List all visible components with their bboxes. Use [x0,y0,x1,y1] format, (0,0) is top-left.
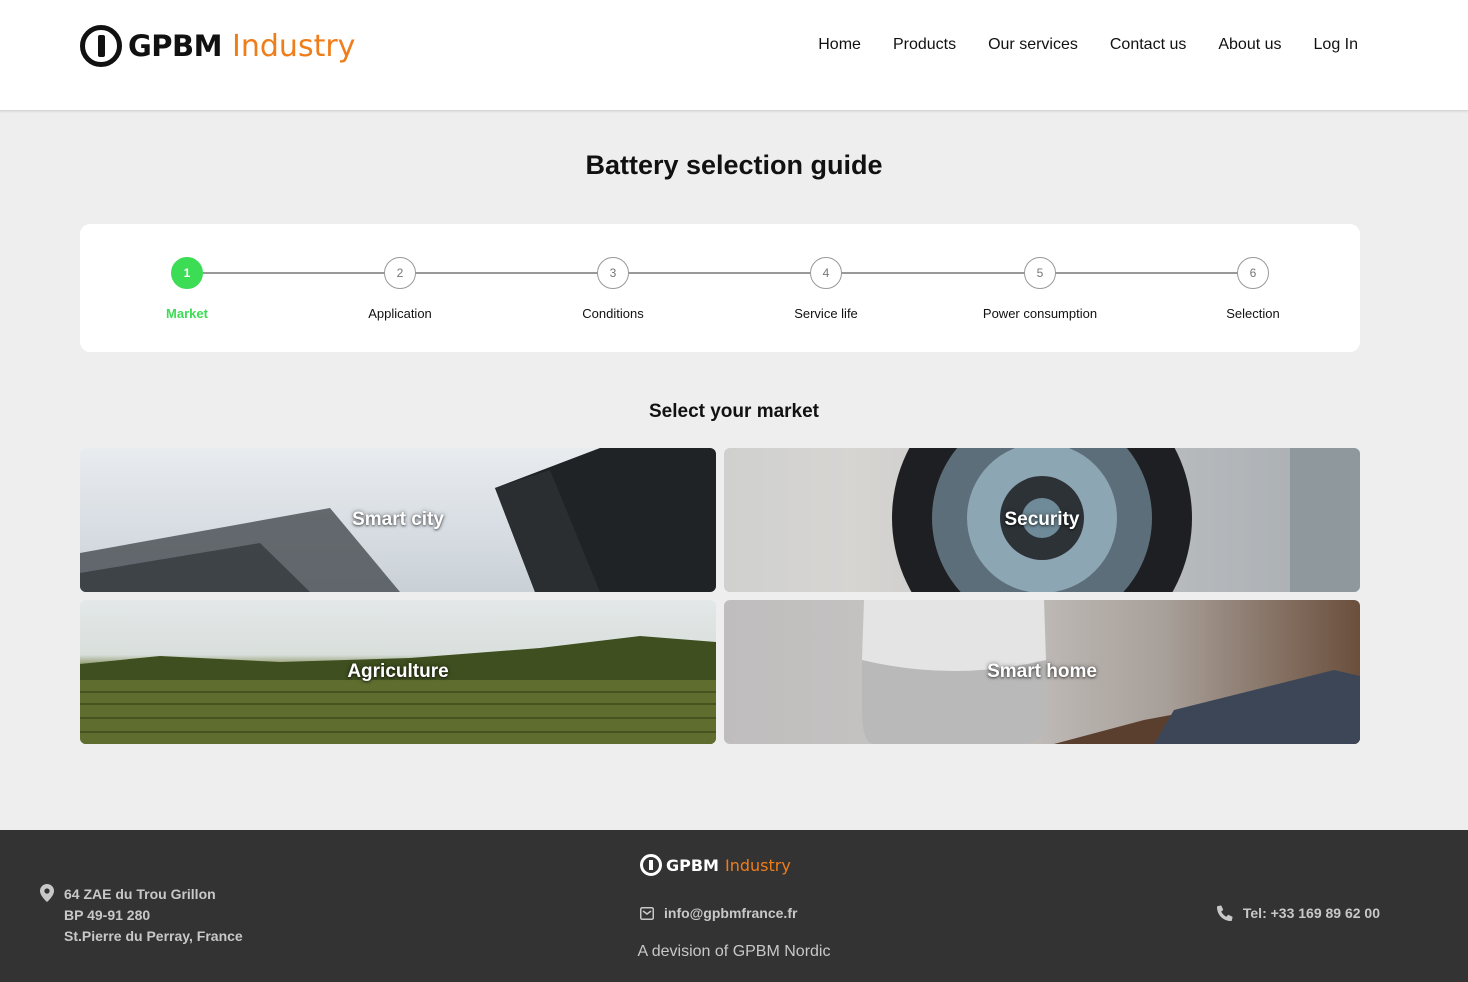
market-label: Security [1004,509,1080,530]
step-number: 1 [171,257,203,289]
footer-address-lines: 64 ZAE du Trou Grillon BP 49-91 280 St.P… [64,884,243,947]
market-tile-smart-city[interactable]: Smart city [80,448,716,592]
step-number: 3 [597,257,629,289]
market-tile-smart-home[interactable]: Smart home [724,600,1360,744]
step-power-consumption[interactable]: 5 Power consumption [950,257,1130,321]
address-line: BP 49-91 280 [64,907,151,923]
step-label: Selection [1226,306,1280,321]
site-footer: GPBM Industry 64 ZAE du Trou Grillon BP … [0,830,1468,982]
brand-logo[interactable]: GPBM Industry [80,24,355,68]
footer-email-link[interactable]: info@gpbmfrance.fr [664,905,797,921]
site-header: GPBM Industry Home Products Our services… [0,0,1468,111]
step-progress: 1 Market 2 Application 3 Conditions 4 Se… [80,224,1360,352]
footer-brand-logo-icon [640,854,662,876]
step-conditions[interactable]: 3 Conditions [523,257,703,321]
footer-brand-name: GPBM [666,855,719,875]
brand-logo-icon [80,25,122,67]
brand-suffix: Industry [232,28,356,64]
footer-brand-logo[interactable]: GPBM Industry [640,854,791,876]
step-market[interactable]: 1 Market [97,257,277,321]
nav-about-us[interactable]: About us [1218,36,1281,54]
step-application[interactable]: 2 Application [310,257,490,321]
step-number: 2 [384,257,416,289]
step-number: 5 [1024,257,1056,289]
market-tile-security[interactable]: Security [724,448,1360,592]
footer-division-note: A devision of GPBM Nordic [637,943,831,960]
step-service-life[interactable]: 4 Service life [736,257,916,321]
nav-our-services[interactable]: Our services [988,36,1078,54]
address-line: 64 ZAE du Trou Grillon [64,886,216,902]
footer-phone[interactable]: Tel: +33 169 89 62 00 [1216,905,1380,921]
step-number: 6 [1237,257,1269,289]
footer-brand-suffix: Industry [724,855,791,875]
envelope-icon [640,906,654,920]
nav-home[interactable]: Home [818,36,861,54]
market-label: Smart city [352,509,444,530]
footer-phone-number[interactable]: Tel: +33 169 89 62 00 [1243,905,1380,921]
step-label: Power consumption [982,306,1098,321]
page-title: Battery selection guide [585,150,883,180]
step-number: 4 [810,257,842,289]
market-tile-agriculture[interactable]: Agriculture [80,600,716,744]
market-label: Smart home [987,661,1097,682]
step-label: Service life [794,306,858,321]
nav-products[interactable]: Products [893,36,956,54]
main-nav: Home Products Our services Contact us Ab… [818,36,1358,54]
brand-name: GPBM [128,29,223,63]
step-selection[interactable]: 6 Selection [1163,257,1343,321]
footer-email[interactable]: info@gpbmfrance.fr [640,905,797,921]
nav-contact-us[interactable]: Contact us [1110,36,1186,54]
step-label: Application [368,306,432,321]
step-label: Conditions [582,306,644,321]
nav-log-in[interactable]: Log In [1314,36,1358,54]
step-label: Market [166,306,208,321]
footer-address: 64 ZAE du Trou Grillon BP 49-91 280 St.P… [40,884,243,947]
market-section-title: Select your market [648,401,820,422]
map-pin-icon [40,884,54,902]
phone-icon [1216,905,1233,921]
market-label: Agriculture [347,661,449,682]
